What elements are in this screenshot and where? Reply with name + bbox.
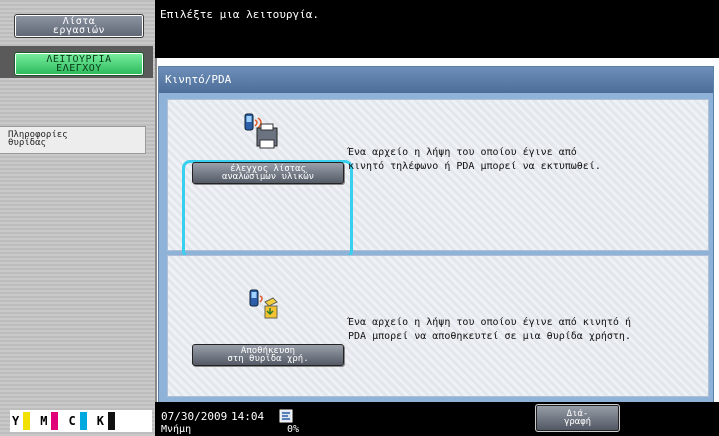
status-time: 14:04 [231,410,265,423]
toner-m-letter: M [40,414,48,428]
mobile-print-icon [243,112,279,156]
control-panel-screen: Λίστα εργασιών ΛΕΙΤΟΥΡΓΙΑ ΕΛΕΓΧΟΥ Πληροφ… [0,0,719,436]
job-list-button[interactable]: Λίστα εργασιών [14,14,144,38]
job-list-label: Λίστα εργασιών [52,16,106,36]
mobile-to-box-icon [248,288,280,328]
mobile-pda-panel: Κινητό/PDA έλεγχος λίστας αναλώσιμων υλι… [158,66,714,405]
toner-y-bar [23,412,31,430]
left-sidebar: Λίστα εργασιών ΛΕΙΤΟΥΡΓΙΑ ΕΛΕΓΧΟΥ Πληροφ… [0,0,157,436]
toner-y-letter: Y [12,414,20,428]
toner-k-bar [107,412,115,430]
save-to-box-description: Ένα αρχείο η λήψη του οποίου έγινε από κ… [348,317,631,342]
utility-button[interactable]: ΛΕΙΤΟΥΡΓΙΑ ΕΛΕΓΧΟΥ [14,52,144,76]
save-to-box-button[interactable]: Αποθήκευση στη θυρίδα χρή. [192,344,344,366]
toner-c-bar [79,412,87,430]
toner-m-bar [51,412,59,430]
status-date: 07/30/2009 [161,410,228,423]
print-function-description: Ένα αρχείο η λήψη του οποίου έγινε από κ… [348,147,601,172]
instruction-message: Επιλέξτε μια λειτουργία. [160,8,319,21]
function-card-print: έλεγχος λίστας αναλώσιμων υλικών Ένα αρχ… [167,99,709,259]
memory-value: 0% [287,424,300,435]
status-bar: 07/30/2009 14:04 Μνήμη 0% Διά- γραφή [155,402,719,436]
toner-c-letter: C [68,414,76,428]
box-info-button[interactable]: Πληροφορίες θυρίδας [0,126,146,154]
print-function-button[interactable]: έλεγχος λίστας αναλώσιμων υλικών [192,162,344,184]
exit-button[interactable]: Διά- γραφή [535,404,620,432]
toner-k-letter: K [96,414,104,428]
message-bar: Επιλέξτε μια λειτουργία. [155,0,719,58]
panel-title: Κινητό/PDA [159,67,713,93]
function-card-save: Αποθήκευση στη θυρίδα χρή. Ένα αρχείο η … [167,255,709,397]
toner-indicator: Y M C K [10,410,152,432]
memory-label: Μνήμη [161,424,192,435]
utility-label: ΛΕΙΤΟΥΡΓΙΑ ΕΛΕΓΧΟΥ [46,54,112,74]
